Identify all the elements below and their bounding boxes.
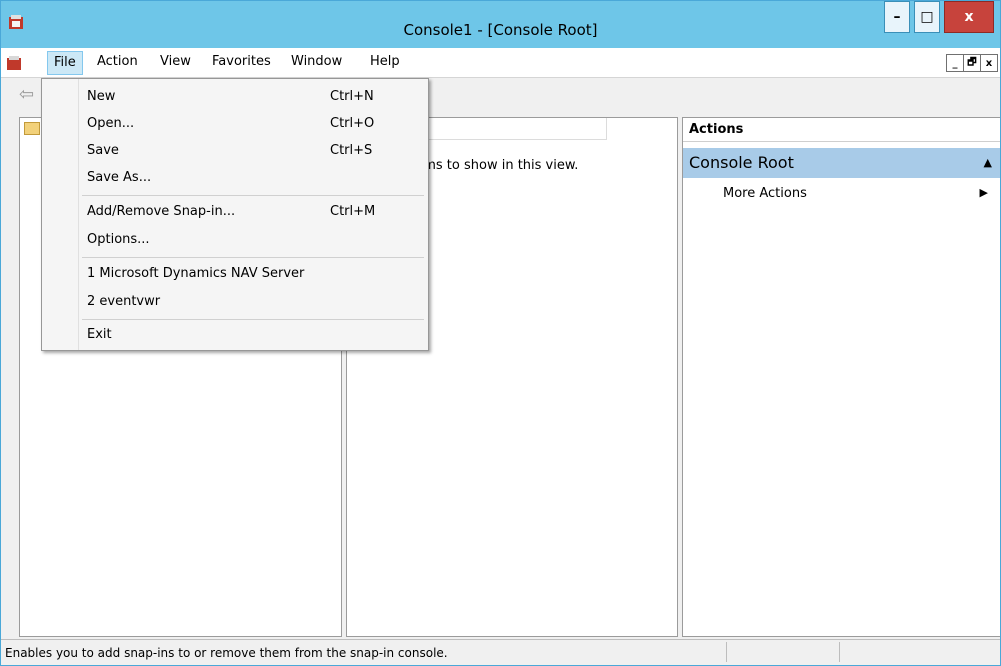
shortcut-save: Ctrl+S: [330, 143, 373, 158]
maximize-button[interactable]: □: [914, 1, 940, 33]
status-divider: [726, 642, 727, 662]
actions-section-label: Console Root: [689, 153, 794, 172]
console-doc-icon[interactable]: [7, 56, 21, 70]
status-divider: [839, 642, 840, 662]
menu-item-add-remove-snap-in[interactable]: Add/Remove Snap-in...: [87, 201, 235, 223]
status-message: Enables you to add snap-ins to or remove…: [5, 646, 448, 660]
actions-pane: Actions Console Root ▲ More Actions ▶: [682, 117, 1000, 637]
folder-icon[interactable]: [24, 122, 40, 135]
menu-item-save[interactable]: Save: [87, 140, 119, 162]
window-title: Console1 - [Console Root]: [403, 21, 598, 39]
mmc-window: Console1 - [Console Root] – □ x File Act…: [0, 0, 1001, 666]
menu-action[interactable]: Action: [93, 54, 142, 69]
mdi-restore-button[interactable]: 🗗: [963, 54, 981, 72]
menu-separator: [82, 195, 424, 196]
menu-view[interactable]: View: [156, 54, 195, 69]
menu-item-save-as[interactable]: Save As...: [87, 167, 151, 189]
minimize-icon: –: [893, 9, 901, 25]
close-icon: x: [964, 9, 974, 25]
menu-bar: File Action View Favorites Window Help _…: [1, 48, 1000, 78]
menu-item-exit[interactable]: Exit: [87, 324, 112, 346]
submenu-arrow-icon: ▶: [979, 186, 988, 199]
menu-item-recent-2[interactable]: 2 eventvwr: [87, 291, 160, 313]
minimize-button[interactable]: –: [884, 1, 910, 33]
shortcut-add-remove-snap-in: Ctrl+M: [330, 204, 376, 219]
menu-item-open[interactable]: Open...: [87, 113, 134, 135]
mdi-close-button[interactable]: x: [980, 54, 998, 72]
status-bar: Enables you to add snap-ins to or remove…: [1, 639, 1000, 665]
menu-item-options[interactable]: Options...: [87, 229, 150, 251]
maximize-icon: □: [920, 9, 934, 25]
title-bar[interactable]: Console1 - [Console Root] – □ x: [1, 1, 1000, 48]
mdi-controls: _ 🗗 x: [946, 54, 998, 72]
menu-item-new[interactable]: New: [87, 86, 115, 108]
menu-favorites[interactable]: Favorites: [208, 54, 275, 69]
shortcut-new: Ctrl+N: [330, 89, 374, 104]
menu-file[interactable]: File: [47, 51, 83, 75]
file-menu-dropdown: New Ctrl+N Open... Ctrl+O Save Ctrl+S Sa…: [41, 78, 429, 351]
menu-item-recent-1[interactable]: 1 Microsoft Dynamics NAV Server: [87, 263, 304, 285]
menu-window[interactable]: Window: [287, 54, 346, 69]
actions-section-console-root[interactable]: Console Root ▲: [683, 148, 1000, 178]
menu-help[interactable]: Help: [366, 54, 404, 69]
actions-header: Actions: [683, 118, 1000, 142]
shortcut-open: Ctrl+O: [330, 116, 375, 131]
more-actions-link[interactable]: More Actions: [723, 186, 807, 201]
close-button[interactable]: x: [944, 1, 994, 33]
menu-separator: [82, 319, 424, 320]
menu-separator: [82, 257, 424, 258]
collapse-up-icon[interactable]: ▲: [984, 148, 992, 178]
mdi-minimize-button[interactable]: _: [946, 54, 964, 72]
back-arrow-icon[interactable]: ⇦: [19, 84, 34, 105]
menu-gutter: [78, 79, 79, 350]
